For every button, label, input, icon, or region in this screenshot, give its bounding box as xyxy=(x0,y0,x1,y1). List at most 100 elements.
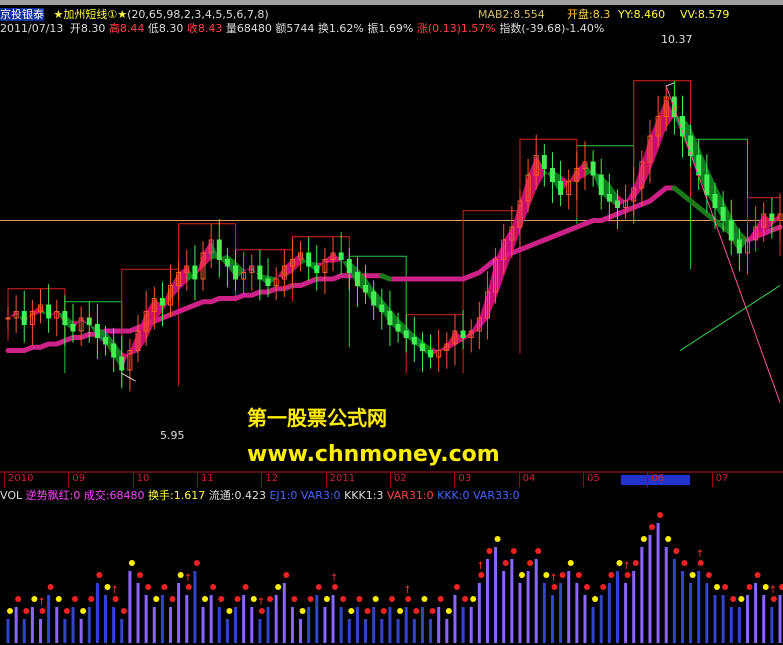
volume-bar xyxy=(607,583,611,643)
signal-dot xyxy=(380,608,387,614)
candle-body xyxy=(411,337,417,345)
signal-dot xyxy=(535,548,542,554)
signal-dot xyxy=(202,596,209,602)
signal-dot xyxy=(478,572,485,578)
candle-body xyxy=(5,317,11,320)
month-tick xyxy=(647,473,649,487)
signal-dot xyxy=(177,572,184,578)
ohlc-line: 2011/07/13 开8.30 高8.44 低8.30 收8.43 量6848… xyxy=(0,22,604,35)
signal-dot xyxy=(657,512,664,518)
volume-bar xyxy=(680,571,684,643)
volume-bar xyxy=(672,559,676,643)
vol-d: 流通:0.423 xyxy=(208,489,266,502)
signal-dot xyxy=(299,608,306,614)
month-label: 04 xyxy=(522,473,536,484)
signal-dot xyxy=(632,560,639,566)
ribbon-segment xyxy=(641,136,650,190)
volume-bar xyxy=(347,619,351,643)
candle-body xyxy=(704,174,710,195)
volume-bar xyxy=(583,595,587,643)
stock-name[interactable]: 京投银泰 xyxy=(0,8,44,21)
volume-bar xyxy=(437,607,441,643)
ribbon-segment xyxy=(146,298,155,341)
volume-bar xyxy=(112,607,116,643)
signal-dot xyxy=(722,584,729,590)
signal-dot xyxy=(193,560,200,566)
ohlc-turnover: 换1.62% xyxy=(317,22,364,35)
price-chart[interactable] xyxy=(0,35,783,473)
window-top-strip xyxy=(0,0,783,5)
signal-dot xyxy=(372,596,379,602)
signal-arrow: ↑ xyxy=(330,573,338,584)
signal-dot xyxy=(185,584,192,590)
ribbon-segment xyxy=(625,188,634,201)
volume-bar xyxy=(14,607,18,643)
volume-bar xyxy=(87,607,91,643)
signal-dot xyxy=(258,608,265,614)
signal-dot xyxy=(567,560,574,566)
signal-dot xyxy=(364,608,371,614)
volume-bar xyxy=(217,607,221,643)
signal-dot xyxy=(746,584,753,590)
volume-bar xyxy=(697,571,701,643)
indicator-name[interactable]: ★加州短线①★ xyxy=(54,8,128,21)
signal-dot xyxy=(510,548,517,554)
volume-bar xyxy=(136,583,140,643)
volume-bar xyxy=(745,595,749,643)
ribbon-segment xyxy=(495,240,504,301)
volume-bar xyxy=(307,607,311,643)
month-tick xyxy=(583,473,584,487)
ohlc-open: 开8.30 xyxy=(69,22,106,35)
signal-dot xyxy=(307,596,314,602)
trend-line xyxy=(665,85,781,403)
signal-dot xyxy=(218,596,225,602)
volume-bar xyxy=(762,595,766,643)
signal-dot xyxy=(55,596,62,602)
signal-dot xyxy=(23,608,30,614)
signal-dot xyxy=(267,596,274,602)
volume-bar xyxy=(770,607,774,643)
month-label: 07 xyxy=(715,473,729,484)
volume-bar xyxy=(689,583,693,643)
signal-dot xyxy=(356,596,363,602)
volume-bar xyxy=(575,583,579,643)
signal-dot xyxy=(137,572,144,578)
signal-dot xyxy=(234,596,241,602)
candle-body xyxy=(598,174,604,195)
ohlc-volume: 量68480 xyxy=(225,22,272,35)
volume-bar xyxy=(534,559,538,643)
volume-bar xyxy=(152,607,156,643)
month-label: 06 xyxy=(651,473,665,484)
signal-dot xyxy=(551,584,558,590)
signal-dot xyxy=(242,584,249,590)
month-label: 09 xyxy=(72,473,86,484)
signal-dot xyxy=(648,524,655,530)
ohlc-high: 高8.44 xyxy=(108,22,145,35)
candle-body xyxy=(558,181,564,195)
volume-bar xyxy=(567,571,571,643)
volume-bar xyxy=(453,595,457,643)
ohlc-amplitude: 振1.69% xyxy=(367,22,414,35)
volume-bar xyxy=(518,583,522,643)
signal-dot xyxy=(583,584,590,590)
signal-dot xyxy=(210,584,217,590)
candle-body xyxy=(224,259,230,267)
signal-dot xyxy=(96,572,103,578)
month-label: 10 xyxy=(136,473,150,484)
watermark-line-2: www.chnmoney.com xyxy=(247,442,500,467)
signal-dot xyxy=(80,608,87,614)
volume-bar xyxy=(47,595,51,643)
volume-bar xyxy=(404,607,408,643)
ribbon-segment xyxy=(129,331,139,356)
candle-body xyxy=(720,207,726,221)
signal-dot xyxy=(697,560,704,566)
volume-bar xyxy=(201,607,205,643)
volume-chart[interactable]: ↑ ↑ ↑ ↑ ↑ ↑ ↑ ↑ ↑ ↑ ↑ xyxy=(0,503,783,645)
volume-bar xyxy=(63,619,67,643)
signal-dot xyxy=(421,596,428,602)
signal-dot xyxy=(705,572,712,578)
month-tick xyxy=(197,473,198,487)
signal-dot xyxy=(518,572,525,578)
signal-dot xyxy=(112,596,119,602)
volume-bar xyxy=(30,607,34,643)
